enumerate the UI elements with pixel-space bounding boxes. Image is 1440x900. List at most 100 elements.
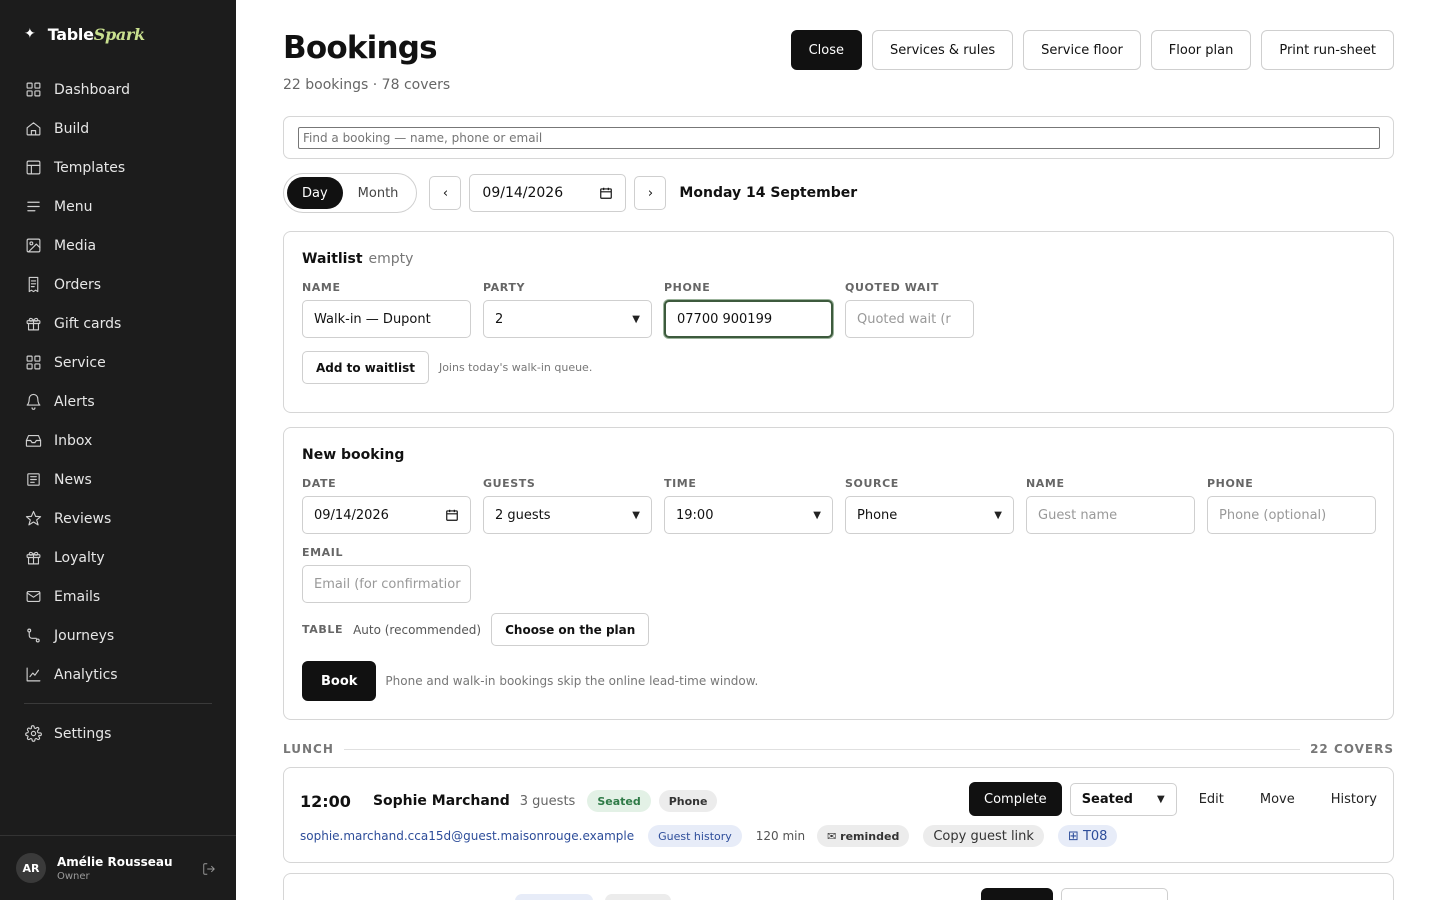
service-floor-button[interactable]: Service floor xyxy=(1023,30,1141,70)
booking-guests-select[interactable]: 2 guests ▼ xyxy=(483,496,652,534)
chevron-down-icon: ▼ xyxy=(632,313,640,325)
floor-plan-button[interactable]: Floor plan xyxy=(1150,30,1252,70)
next-booking-status-select[interactable] xyxy=(1061,888,1168,900)
sidebar-item-templates[interactable]: Templates xyxy=(0,148,236,187)
reminded-badge: ✉ reminded xyxy=(817,825,910,847)
booking-date-input[interactable]: 09/14/2026 xyxy=(302,496,471,534)
sidebar-item-label: Alerts xyxy=(54,393,95,410)
booking-status-select[interactable]: Seated ▼ xyxy=(1069,782,1177,816)
booking-status-value: Seated xyxy=(1081,791,1133,807)
choose-on-plan-button[interactable]: Choose on the plan xyxy=(491,613,650,646)
sidebar-item-analytics[interactable]: Analytics xyxy=(0,655,236,694)
next-day-button[interactable]: › xyxy=(634,176,667,210)
booking-time-value: 19:00 xyxy=(676,507,714,523)
sidebar-item-service[interactable]: Service xyxy=(0,343,236,382)
sidebar-item-alerts[interactable]: Alerts xyxy=(0,382,236,421)
booking-source-select[interactable]: Phone ▼ xyxy=(845,496,1014,534)
user-role: Owner xyxy=(57,870,90,882)
sidebar-item-emails[interactable]: Emails xyxy=(0,577,236,616)
sidebar-item-news[interactable]: News xyxy=(0,460,236,499)
waitlist-status: empty xyxy=(368,251,414,267)
next-booking-complete-button[interactable] xyxy=(981,888,1053,900)
sidebar-item-loyalty[interactable]: Loyalty xyxy=(0,538,236,577)
sidebar: ✦ TableSpark Dashboard Build Templates M… xyxy=(0,0,236,900)
sidebar-item-orders[interactable]: Orders xyxy=(0,265,236,304)
date-picker[interactable]: 09/14/2026 xyxy=(469,174,627,212)
waitlist-phone-input[interactable]: 07700 900199 xyxy=(664,300,833,338)
brand-logo[interactable]: ✦ TableSpark xyxy=(24,22,145,46)
booking-name-field: Name Guest name xyxy=(1026,477,1195,534)
booking-guest-name[interactable]: Sophie Marchand xyxy=(373,793,510,809)
sidebar-item-reviews[interactable]: Reviews xyxy=(0,499,236,538)
logout-button[interactable] xyxy=(202,861,216,875)
chevron-down-icon: ▼ xyxy=(994,509,1002,521)
sidebar-item-gift-cards[interactable]: Gift cards xyxy=(0,304,236,343)
sidebar-nav: Dashboard Build Templates Menu Media Ord… xyxy=(0,70,236,694)
book-hint: Phone and walk-in bookings skip the onli… xyxy=(385,674,759,688)
gear-icon xyxy=(25,725,42,742)
guest-name-input[interactable]: Guest name xyxy=(1026,496,1195,534)
waitlist-name-input[interactable]: Walk-in — Dupont xyxy=(302,300,471,338)
book-button[interactable]: Book xyxy=(302,661,377,701)
add-to-waitlist-button[interactable]: Add to waitlist xyxy=(302,351,429,384)
section-label: LUNCH xyxy=(283,742,334,756)
waitlist-phone-label: Phone xyxy=(664,281,711,294)
booking-time-select[interactable]: 19:00 ▼ xyxy=(664,496,833,534)
booking-phone-field: Phone Phone (optional) xyxy=(1207,477,1376,534)
sidebar-item-label: Analytics xyxy=(54,666,118,683)
booking-date-value: 09/14/2026 xyxy=(314,507,389,523)
calendar-icon xyxy=(446,509,458,521)
search-input[interactable] xyxy=(298,127,1380,149)
complete-button[interactable]: Complete xyxy=(969,782,1062,816)
table-badge[interactable]: ⊞ T08 xyxy=(1057,825,1118,847)
history-button[interactable]: History xyxy=(1331,792,1377,807)
chevron-down-icon: ▼ xyxy=(1156,793,1165,805)
sidebar-item-inbox[interactable]: Inbox xyxy=(0,421,236,460)
sidebar-item-label: Media xyxy=(54,237,97,254)
sidebar-item-journeys[interactable]: Journeys xyxy=(0,616,236,655)
sidebar-item-settings[interactable]: Settings xyxy=(0,714,236,753)
sidebar-item-menu[interactable]: Menu xyxy=(0,187,236,226)
guest-email-input[interactable]: Email (for confirmatior xyxy=(302,565,471,603)
sidebar-item-label: News xyxy=(54,471,92,488)
table-value: Auto (recommended) xyxy=(353,622,482,637)
avatar[interactable]: AR xyxy=(16,853,46,883)
image-icon xyxy=(26,238,41,253)
brand-suffix: Spark xyxy=(93,24,145,44)
close-button[interactable]: Close xyxy=(790,30,862,70)
sidebar-item-label: Build xyxy=(54,120,90,137)
sidebar-item-label: Inbox xyxy=(54,432,93,449)
sidebar-item-media[interactable]: Media xyxy=(0,226,236,265)
waitlist-party-select[interactable]: 2 ▼ xyxy=(483,300,652,338)
waitlist-hint: Joins today's walk-in queue. xyxy=(438,361,593,374)
tab-day[interactable]: Day xyxy=(287,177,343,209)
booking-source-label: Source xyxy=(845,477,899,490)
calendar-icon xyxy=(600,187,613,199)
booking-email-label: Email xyxy=(302,546,344,559)
status-badge: Seated xyxy=(587,790,651,812)
sidebar-item-build[interactable]: Build xyxy=(0,109,236,148)
sidebar-item-dashboard[interactable]: Dashboard xyxy=(0,70,236,109)
bell-icon xyxy=(26,393,41,410)
tab-month[interactable]: Month xyxy=(343,177,414,209)
mail-icon xyxy=(26,590,41,603)
guest-phone-input[interactable]: Phone (optional) xyxy=(1207,496,1376,534)
page-title: Bookings xyxy=(283,30,438,66)
booking-guests-field: Guests 2 guests ▼ xyxy=(483,477,652,534)
grid-icon xyxy=(26,82,41,97)
edit-button[interactable]: Edit xyxy=(1199,792,1224,807)
guest-email-link[interactable]: sophie.marchand.cca15d@guest.maisonrouge… xyxy=(300,829,634,843)
move-button[interactable]: Move xyxy=(1260,792,1295,807)
quoted-wait-input[interactable]: Quoted wait (r xyxy=(845,300,974,338)
guest-history-button[interactable]: Guest history xyxy=(648,825,742,847)
previous-day-button[interactable]: ‹ xyxy=(429,176,462,210)
booking-date-label: Date xyxy=(302,477,337,490)
view-toggle: Day Month xyxy=(283,173,418,213)
services-rules-button[interactable]: Services & rules xyxy=(871,30,1014,70)
booking-source-field: Source Phone ▼ xyxy=(845,477,1014,534)
print-run-sheet-button[interactable]: Print run-sheet xyxy=(1261,30,1394,70)
chevron-down-icon: ▼ xyxy=(813,509,821,521)
next-booking-badge xyxy=(605,894,671,900)
copy-guest-link-button[interactable]: Copy guest link xyxy=(923,825,1044,847)
sidebar-item-label: Loyalty xyxy=(54,549,105,566)
